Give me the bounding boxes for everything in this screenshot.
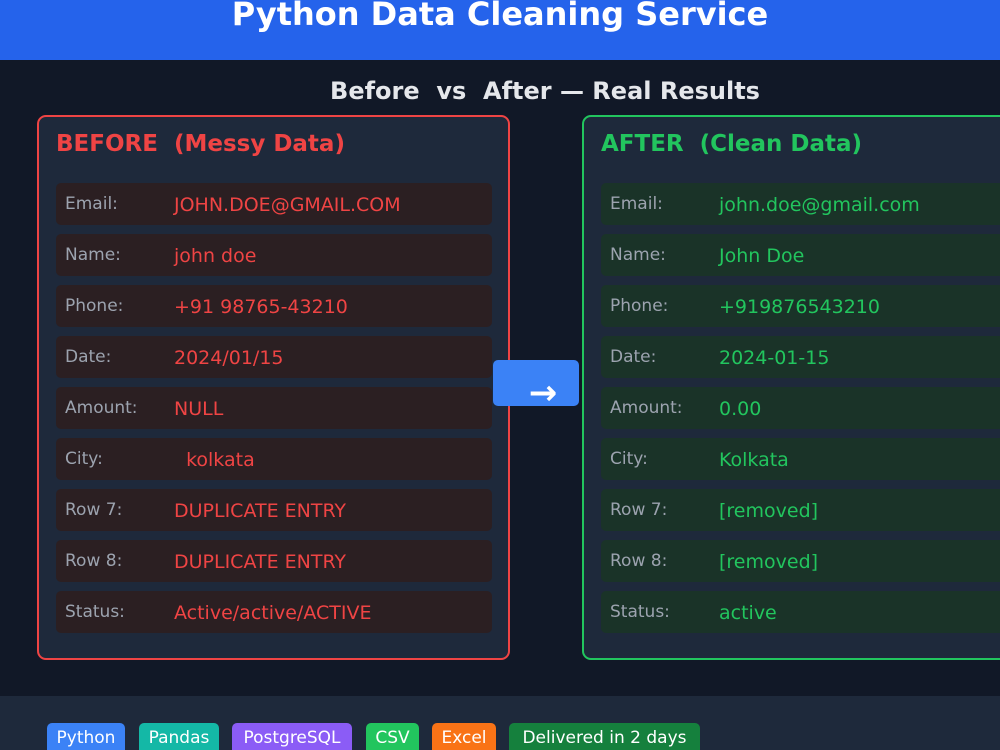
- comparison-subtitle: Before vs After — Real Results: [330, 77, 760, 105]
- row-value: john doe: [174, 245, 257, 267]
- after-row-email: Email: john.doe@gmail.com: [601, 183, 1000, 225]
- tag-excel: Excel: [432, 723, 496, 750]
- before-row-city: City: kolkata: [56, 438, 492, 480]
- after-panel-title: AFTER (Clean Data): [601, 131, 863, 157]
- row-value: kolkata: [174, 449, 255, 471]
- before-panel: BEFORE (Messy Data) Email: JOHN.DOE@GMAI…: [37, 115, 510, 660]
- after-row-city: City: Kolkata: [601, 438, 1000, 480]
- before-row-email: Email: JOHN.DOE@GMAIL.COM: [56, 183, 492, 225]
- row-value: active: [719, 602, 777, 624]
- row-label: Phone:: [65, 296, 124, 316]
- row-value: Active/active/ACTIVE: [174, 602, 372, 624]
- row-value: JOHN.DOE@GMAIL.COM: [174, 194, 401, 216]
- row-label: Date:: [65, 347, 112, 367]
- row-value: Kolkata: [719, 449, 789, 471]
- after-panel: AFTER (Clean Data) Email: john.doe@gmail…: [582, 115, 1000, 660]
- after-row-status: Status: active: [601, 591, 1000, 633]
- row-label: Row 8:: [65, 551, 123, 571]
- row-value: 2024/01/15: [174, 347, 284, 369]
- row-label: City:: [65, 449, 103, 469]
- row-label: City:: [610, 449, 648, 469]
- row-label: Phone:: [610, 296, 669, 316]
- header-bar: Python Data Cleaning Service: [0, 0, 1000, 60]
- row-label: Email:: [65, 194, 118, 214]
- row-value: 0.00: [719, 398, 762, 420]
- after-row-date: Date: 2024-01-15: [601, 336, 1000, 378]
- tag-postgresql: PostgreSQL: [232, 723, 352, 750]
- row-value: [removed]: [719, 551, 819, 573]
- row-label: Amount:: [65, 398, 138, 418]
- row-label: Name:: [610, 245, 666, 265]
- row-label: Name:: [65, 245, 121, 265]
- before-row-amount: Amount: NULL: [56, 387, 492, 429]
- row-value: NULL: [174, 398, 224, 420]
- row-label: Row 7:: [65, 500, 123, 520]
- transform-arrow: →: [493, 360, 579, 413]
- row-label: Status:: [610, 602, 670, 622]
- before-row-8: Row 8: DUPLICATE ENTRY: [56, 540, 492, 582]
- row-value: john.doe@gmail.com: [719, 194, 920, 216]
- tag-pandas: Pandas: [139, 723, 219, 750]
- row-value: [removed]: [719, 500, 819, 522]
- row-label: Amount:: [610, 398, 683, 418]
- after-row-name: Name: John Doe: [601, 234, 1000, 276]
- page-title: Python Data Cleaning Service: [231, 0, 769, 33]
- tag-python: Python: [47, 723, 125, 750]
- after-row-7: Row 7: [removed]: [601, 489, 1000, 531]
- row-value: +91 98765-43210: [174, 296, 348, 318]
- tag-delivery-time: Delivered in 2 days: [509, 723, 700, 750]
- after-row-phone: Phone: +919876543210: [601, 285, 1000, 327]
- row-value: DUPLICATE ENTRY: [174, 500, 347, 522]
- row-value: +919876543210: [719, 296, 880, 318]
- after-row-8: Row 8: [removed]: [601, 540, 1000, 582]
- row-value: 2024-01-15: [719, 347, 830, 369]
- row-label: Row 7:: [610, 500, 668, 520]
- row-value: DUPLICATE ENTRY: [174, 551, 347, 573]
- before-row-phone: Phone: +91 98765-43210: [56, 285, 492, 327]
- before-row-7: Row 7: DUPLICATE ENTRY: [56, 489, 492, 531]
- row-label: Email:: [610, 194, 663, 214]
- before-panel-title: BEFORE (Messy Data): [56, 131, 345, 157]
- before-row-date: Date: 2024/01/15: [56, 336, 492, 378]
- right-arrow-icon: →: [528, 373, 558, 413]
- after-row-amount: Amount: 0.00: [601, 387, 1000, 429]
- row-label: Date:: [610, 347, 657, 367]
- tag-csv: CSV: [366, 723, 419, 750]
- row-value: John Doe: [719, 245, 805, 267]
- row-label: Status:: [65, 602, 125, 622]
- before-row-name: Name: john doe: [56, 234, 492, 276]
- before-row-status: Status: Active/active/ACTIVE: [56, 591, 492, 633]
- row-label: Row 8:: [610, 551, 668, 571]
